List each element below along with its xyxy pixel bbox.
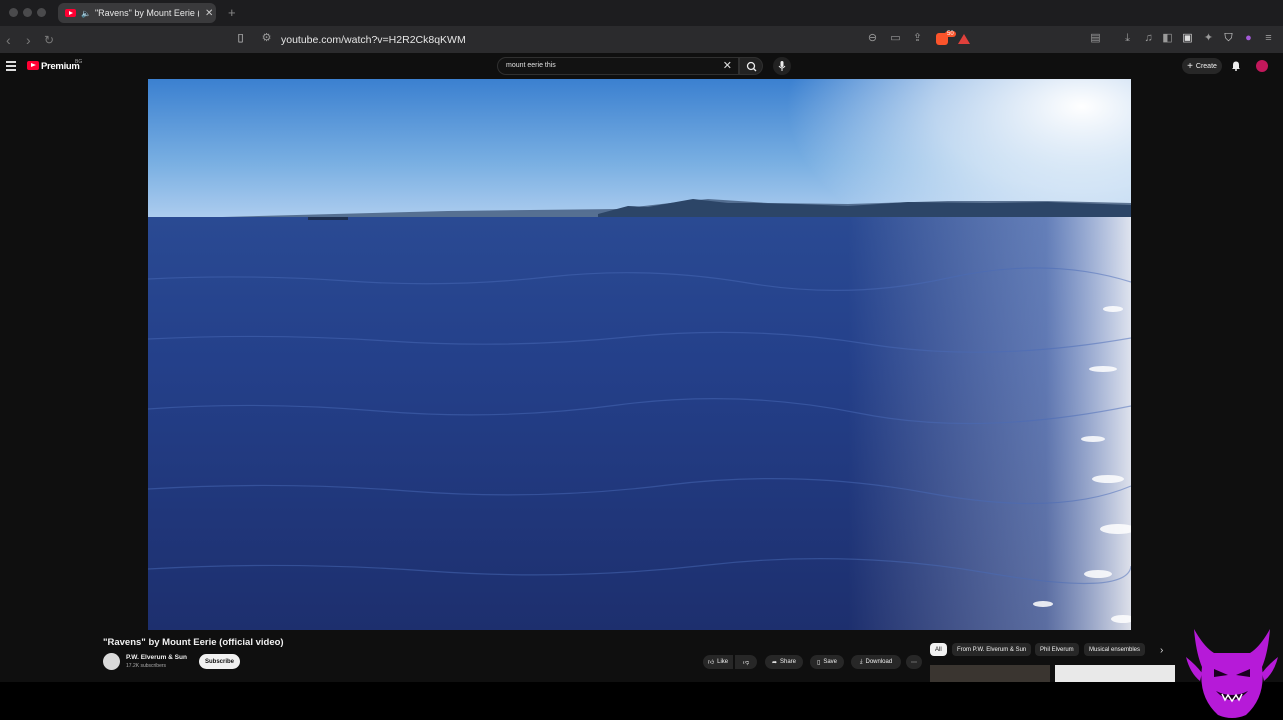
plus-icon: +: [1187, 60, 1193, 72]
country-code: BG: [75, 59, 83, 65]
cast-icon[interactable]: ▭: [890, 33, 901, 44]
reader-mode-icon[interactable]: ▤: [1090, 33, 1101, 44]
guide-menu-icon[interactable]: [6, 61, 16, 73]
account-avatar[interactable]: [1256, 60, 1268, 72]
screen-bottom-bar: [0, 682, 1283, 720]
bookmark-icon[interactable]: ▯: [235, 33, 246, 44]
share-arrow-icon: ➦: [771, 659, 777, 666]
share-button[interactable]: ➦ Share: [765, 655, 803, 669]
save-button[interactable]: ▯ Save: [810, 655, 844, 669]
new-tab-icon[interactable]: +: [228, 5, 236, 20]
extensions-icon[interactable]: ✦: [1203, 33, 1214, 44]
youtube-premium-label[interactable]: Premium: [41, 61, 80, 72]
search-icon: [746, 61, 757, 72]
related-video-thumbnail[interactable]: [930, 665, 1050, 682]
clear-search-icon[interactable]: ✕: [723, 59, 732, 72]
chip-from-channel[interactable]: From P.W. Elverum & Sun: [952, 643, 1032, 656]
tab-title: "Ravens" by Mount Eerie (o: [94, 8, 199, 18]
brave-shields-count: 50: [945, 31, 956, 37]
browser-tab-bar: 🔈 "Ravens" by Mount Eerie (o ✕ +: [0, 0, 1283, 26]
create-button[interactable]: + Create: [1182, 58, 1222, 74]
subscribe-button[interactable]: Subscribe: [199, 654, 240, 669]
url-field[interactable]: youtube.com/watch?v=H2R2Ck8qKWM: [281, 34, 466, 46]
audio-playing-icon[interactable]: 🔈: [81, 9, 91, 18]
microphone-icon: [778, 61, 786, 71]
share-page-icon[interactable]: ⇪: [912, 33, 923, 44]
more-horizontal-icon: ⋯: [911, 659, 917, 666]
devil-mascot-overlay: [1186, 629, 1278, 718]
thumbs-down-icon: 👎︎: [742, 660, 750, 666]
related-video-thumbnail[interactable]: [1055, 665, 1175, 682]
leo-ai-icon[interactable]: ●: [1243, 33, 1254, 44]
chip-all[interactable]: All: [930, 643, 947, 656]
channel-avatar[interactable]: [103, 653, 120, 670]
chip-musical-ensembles[interactable]: Musical ensembles: [1084, 643, 1146, 656]
downloads-icon[interactable]: ⤓: [1122, 33, 1133, 44]
dislike-button[interactable]: 👎︎: [735, 655, 757, 669]
vpn-icon[interactable]: ⛉: [1223, 33, 1234, 44]
channel-name[interactable]: P.W. Elverum & Sun: [126, 654, 187, 661]
more-actions-button[interactable]: ⋯: [906, 655, 922, 669]
sidebar-icon[interactable]: ◧: [1162, 33, 1173, 44]
voice-search-button[interactable]: [773, 57, 791, 75]
tab-close-icon[interactable]: ✕: [205, 8, 213, 19]
download-icon: ⤓: [859, 658, 863, 665]
back-icon[interactable]: ‹: [6, 32, 11, 48]
download-label: Download: [865, 659, 893, 665]
browser-menu-icon[interactable]: ≡: [1263, 33, 1274, 44]
browser-tab-active[interactable]: 🔈 "Ravens" by Mount Eerie (o ✕: [58, 3, 216, 23]
download-button[interactable]: ⤓ Download: [851, 655, 901, 669]
thumbs-up-icon: 👍︎: [707, 660, 715, 666]
video-player[interactable]: [148, 79, 1131, 630]
zoom-icon[interactable]: ⊖: [867, 33, 878, 44]
search-button[interactable]: [739, 57, 763, 75]
wallet-icon[interactable]: ▣: [1182, 33, 1193, 44]
search-query: mount eerie this: [506, 62, 556, 69]
like-button[interactable]: 👍︎ Like: [703, 655, 733, 669]
video-frame: [148, 79, 1131, 630]
window-zoom-control[interactable]: [37, 8, 46, 17]
reload-icon[interactable]: ↻: [44, 33, 54, 47]
save-label: Save: [823, 659, 837, 665]
youtube-logo-icon[interactable]: [27, 61, 39, 70]
chevron-right-icon[interactable]: ›: [1160, 645, 1163, 656]
like-label: Like: [717, 659, 729, 665]
save-bookmark-icon: ▯: [817, 659, 821, 666]
video-title: "Ravens" by Mount Eerie (official video): [103, 637, 284, 648]
window-close-control[interactable]: [9, 8, 18, 17]
brave-rewards-icon[interactable]: [958, 34, 970, 44]
media-icon[interactable]: ♫: [1143, 33, 1154, 44]
chip-phil-elverum[interactable]: Phil Elverum: [1035, 643, 1079, 656]
window-minimize-control[interactable]: [23, 8, 32, 17]
share-label: Share: [780, 659, 797, 665]
create-label: Create: [1195, 62, 1217, 70]
notifications-bell-icon[interactable]: [1231, 60, 1241, 71]
forward-icon[interactable]: ›: [26, 32, 31, 48]
youtube-favicon-icon: [65, 9, 76, 17]
search-input[interactable]: mount eerie this ✕: [497, 57, 739, 75]
subscriber-count: 17.2K subscribers: [126, 663, 167, 669]
site-settings-icon[interactable]: ⚙: [261, 33, 272, 44]
